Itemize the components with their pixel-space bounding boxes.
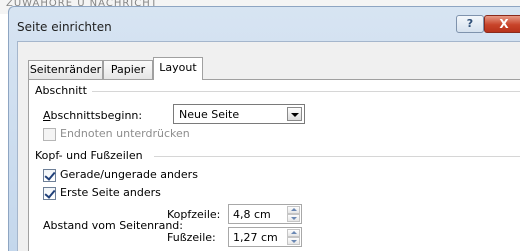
header-distance-label: Kopfzeile: <box>167 208 221 221</box>
help-button[interactable]: ? <box>456 15 484 33</box>
tab-papier[interactable]: Papier <box>103 60 153 79</box>
chevron-down-icon[interactable] <box>287 107 302 121</box>
spin-up-icon[interactable] <box>287 229 300 237</box>
header-distance-spinner <box>287 206 300 222</box>
footer-distance-label: Fußzeile: <box>167 231 216 244</box>
odd-even-checkbox[interactable] <box>43 169 56 182</box>
tab-layout[interactable]: Layout <box>153 57 203 80</box>
section-start-label-text: bschnittsbeginn: <box>50 109 143 122</box>
section-start-select[interactable]: Neue Seite <box>173 104 305 124</box>
section-start-value: Neue Seite <box>179 108 240 121</box>
header-distance-value: 4,8 cm <box>233 208 271 221</box>
dialog-title: Seite einrichten <box>17 20 112 34</box>
section-divider <box>154 156 520 157</box>
footer-distance-input[interactable]: 1,27 cm <box>228 227 302 247</box>
odd-even-label: Gerade/ungerade anders <box>60 168 198 181</box>
first-page-checkbox[interactable] <box>43 187 56 200</box>
spin-down-icon[interactable] <box>287 237 300 245</box>
suppress-endnotes-label: Endnoten unterdrücken <box>60 127 190 140</box>
spin-down-icon[interactable] <box>287 214 300 222</box>
distance-from-edge-label: Abstand vom Seitenrand: <box>43 219 183 232</box>
footer-distance-value: 1,27 cm <box>233 231 278 244</box>
spin-up-icon[interactable] <box>287 206 300 214</box>
section-divider <box>92 91 520 92</box>
footer-distance-spinner <box>287 229 300 245</box>
layout-tab-panel: Abschnitt Abschnittsbeginn: Neue Seite E… <box>28 79 520 251</box>
title-bar[interactable]: Seite einrichten ? X <box>9 7 520 41</box>
section-title-kopf-fusszeilen: Kopf- und Fußzeilen <box>35 149 143 162</box>
section-start-label: Abschnittsbeginn: <box>43 109 143 122</box>
dialog-content: Seitenränder Papier Layout Abschnitt Abs… <box>17 41 520 251</box>
tab-seitenraender[interactable]: Seitenränder <box>28 60 103 79</box>
page-setup-dialog: Seite einrichten ? X Seitenränder Papier… <box>8 6 520 251</box>
section-title-abschnitt: Abschnitt <box>35 84 87 97</box>
suppress-endnotes-checkbox[interactable] <box>43 128 56 141</box>
close-button[interactable]: X <box>484 15 520 33</box>
header-distance-input[interactable]: 4,8 cm <box>228 204 302 224</box>
first-page-label: Erste Seite anders <box>60 186 161 199</box>
